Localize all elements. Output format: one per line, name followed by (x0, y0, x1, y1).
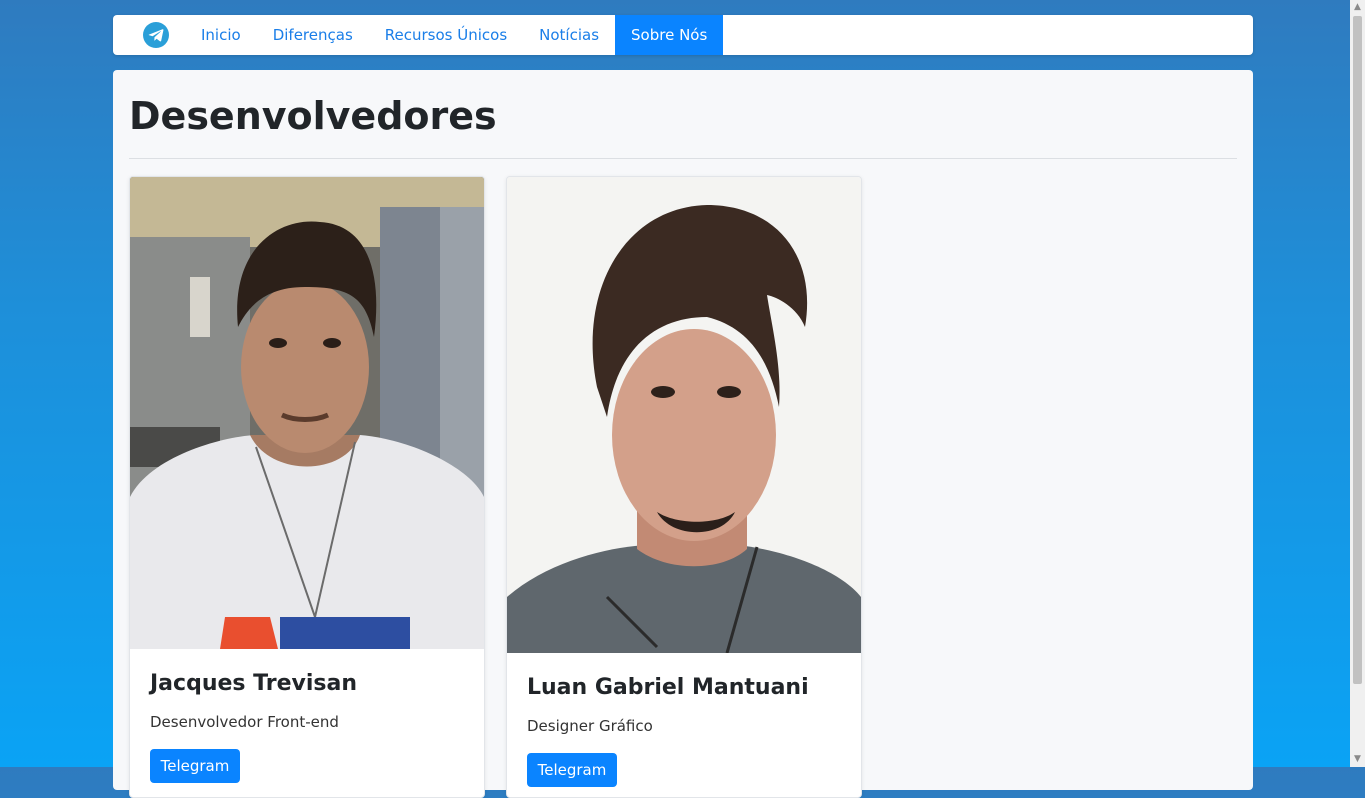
telegram-icon (143, 22, 169, 48)
nav-link-inicio[interactable]: Inicio (185, 15, 257, 55)
top-navbar: Inicio Diferenças Recursos Únicos Notíci… (113, 15, 1253, 55)
nav-link-sobre-nos[interactable]: Sobre Nós (615, 15, 724, 55)
developer-name: Luan Gabriel Mantuani (527, 675, 809, 700)
developer-role: Designer Gráfico (527, 717, 653, 735)
developer-name: Jacques Trevisan (150, 671, 358, 696)
telegram-button[interactable]: Telegram (527, 753, 617, 787)
telegram-button[interactable]: Telegram (150, 749, 240, 783)
page-title: Desenvolvedores (129, 94, 497, 138)
scroll-up-arrow-icon[interactable]: ▲ (1350, 0, 1365, 15)
telegram-brand-link[interactable] (139, 15, 173, 55)
nav-link-recursos-unicos[interactable]: Recursos Únicos (369, 15, 523, 55)
developer-card: Luan Gabriel Mantuani Designer Gráfico T… (506, 176, 862, 798)
scroll-down-arrow-icon[interactable]: ▼ (1350, 752, 1365, 767)
page-scrollbar[interactable]: ▲ ▼ (1350, 0, 1365, 767)
scrollbar-thumb[interactable] (1353, 16, 1362, 684)
developer-card: Jacques Trevisan Desenvolvedor Front-end… (129, 176, 485, 798)
developer-photo (507, 177, 861, 653)
developer-photo (130, 177, 484, 649)
nav-link-diferencas[interactable]: Diferenças (257, 15, 369, 55)
nav-link-noticias[interactable]: Notícias (523, 15, 615, 55)
title-divider (129, 158, 1237, 159)
developer-role: Desenvolvedor Front-end (150, 713, 339, 731)
main-content-panel: Desenvolvedores Jacques Trevisan Desenvo… (113, 70, 1253, 798)
